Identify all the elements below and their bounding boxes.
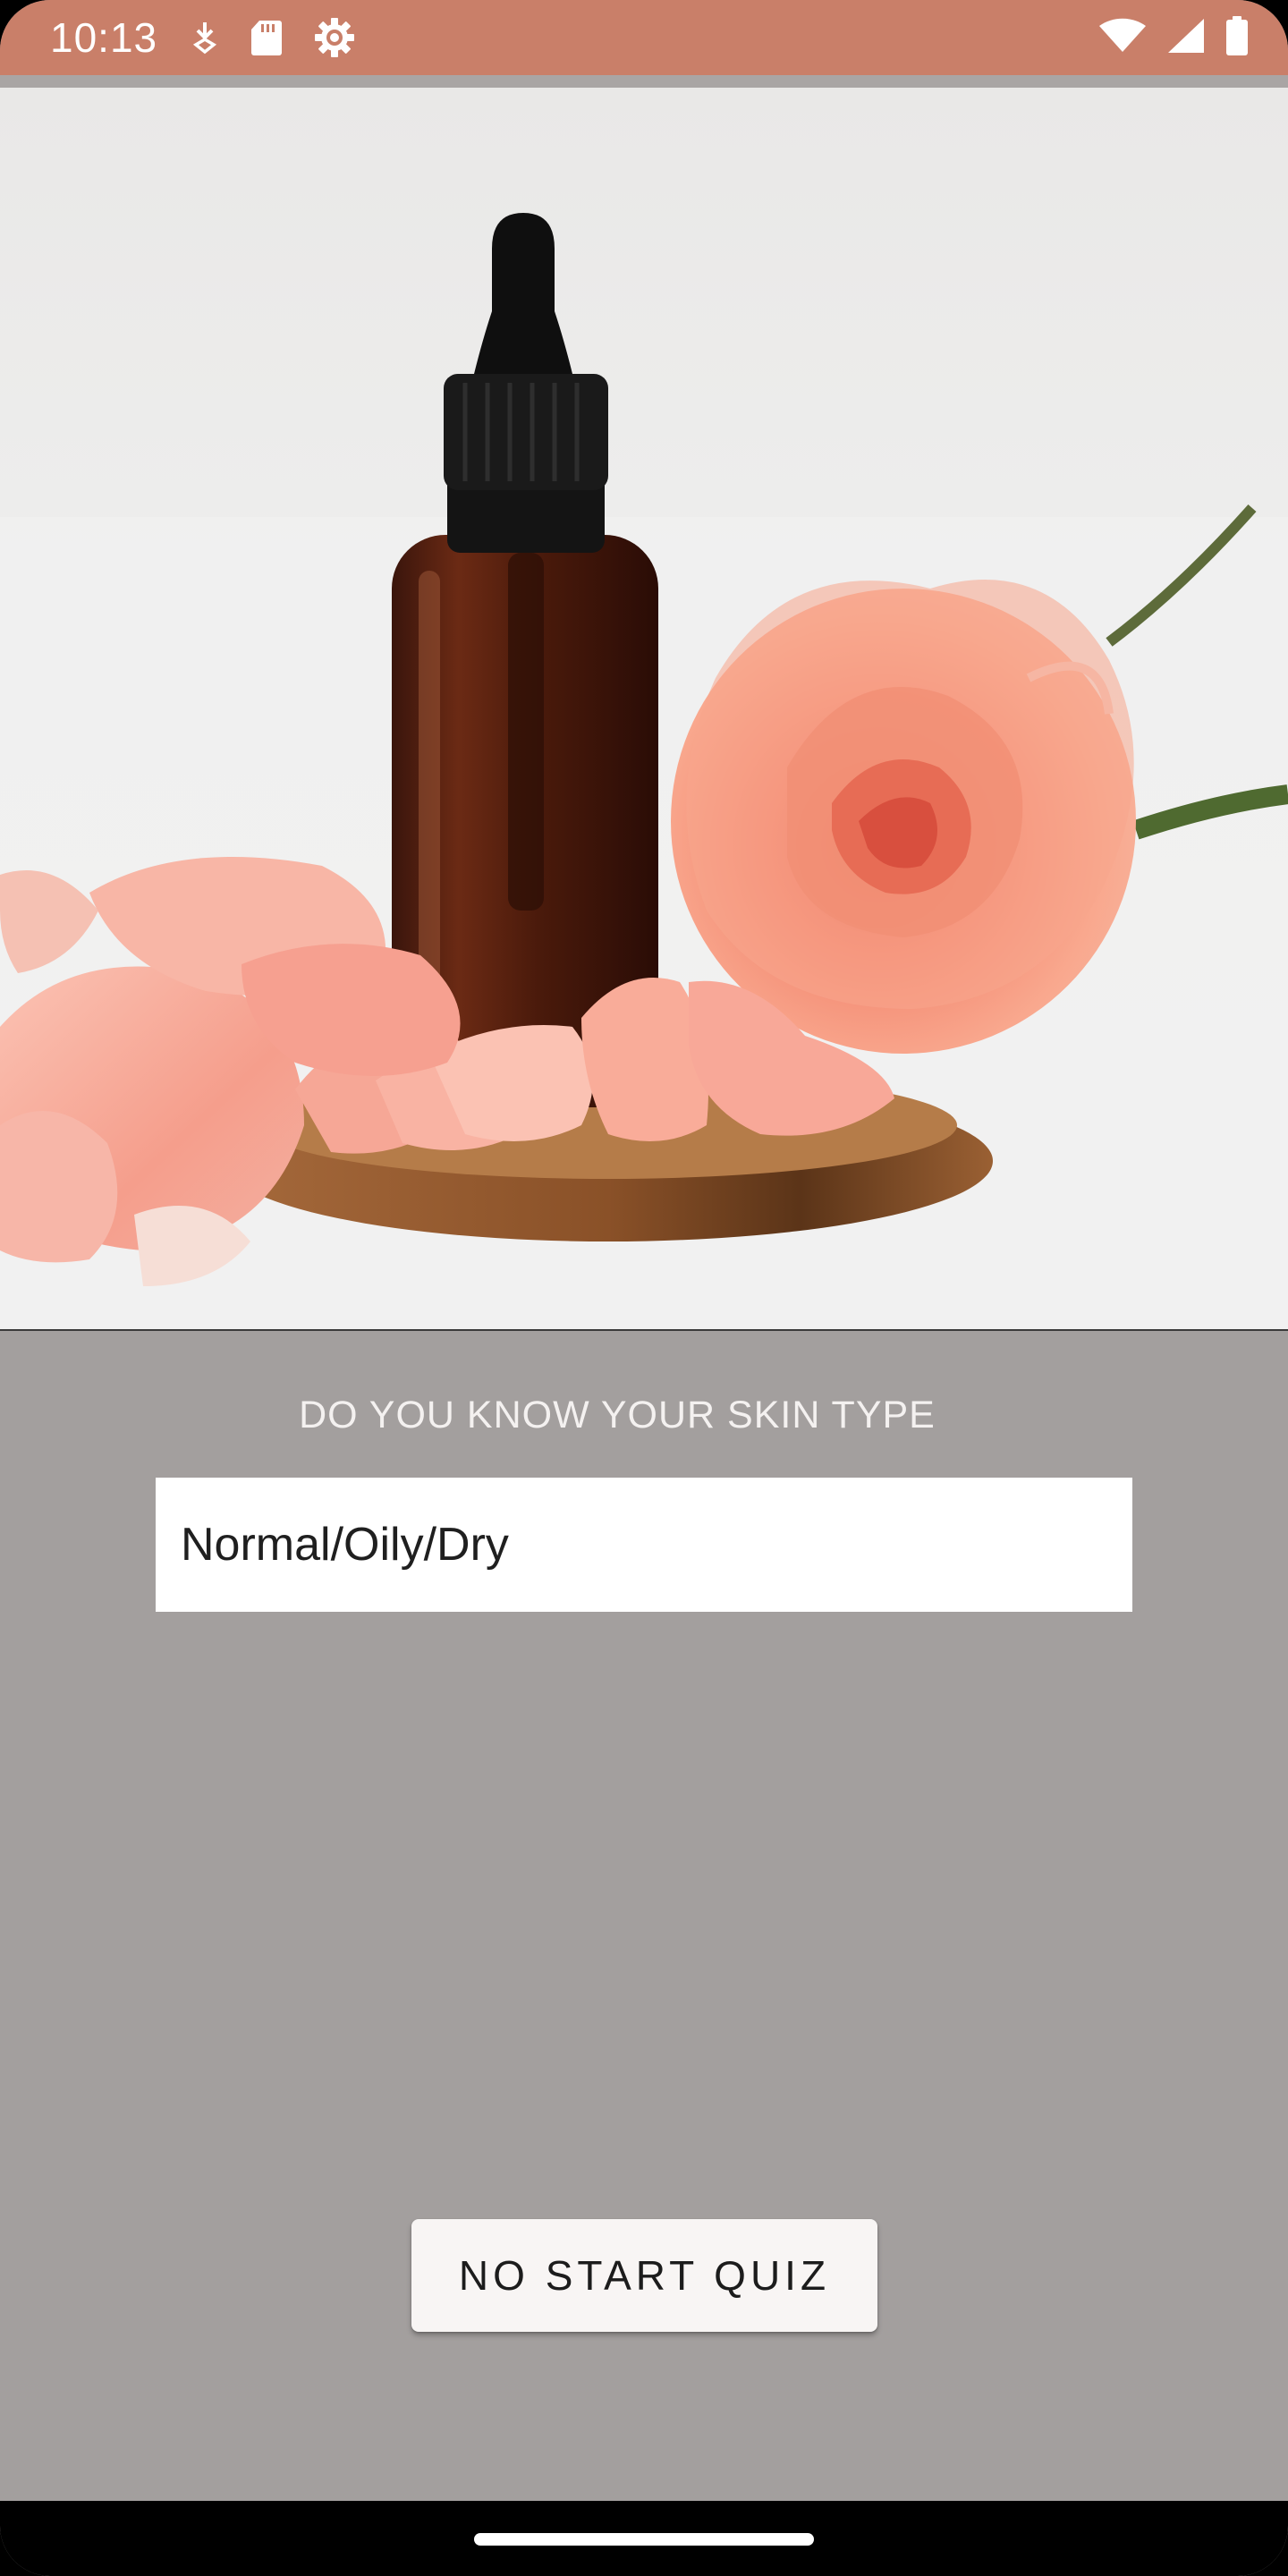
- sd-card-icon: [250, 19, 283, 56]
- cell-signal-icon: [1166, 17, 1206, 59]
- rose: [671, 580, 1136, 1054]
- skin-type-question: DO YOU KNOW YOUR SKIN TYPE: [299, 1394, 936, 1436]
- home-gesture-handle[interactable]: [474, 2533, 814, 2546]
- status-time: 10:13: [50, 14, 158, 61]
- wifi-icon: [1098, 18, 1147, 58]
- battery-icon: [1225, 15, 1249, 60]
- status-divider: [0, 75, 1288, 88]
- settings-gear-icon: [313, 16, 356, 59]
- skincare-photo-illustration: [0, 88, 1288, 1329]
- hero-image: [0, 88, 1288, 1331]
- download-icon: [190, 20, 220, 55]
- app-screen: 10:13 DO YOU KNOW YOUR SKIN TYPE Normal/…: [0, 0, 1288, 2576]
- status-right-icons: [1098, 0, 1249, 75]
- status-bar: 10:13: [0, 0, 1288, 75]
- skin-type-input[interactable]: [156, 1478, 1132, 1612]
- start-quiz-button[interactable]: NO START QUIZ: [411, 2219, 877, 2332]
